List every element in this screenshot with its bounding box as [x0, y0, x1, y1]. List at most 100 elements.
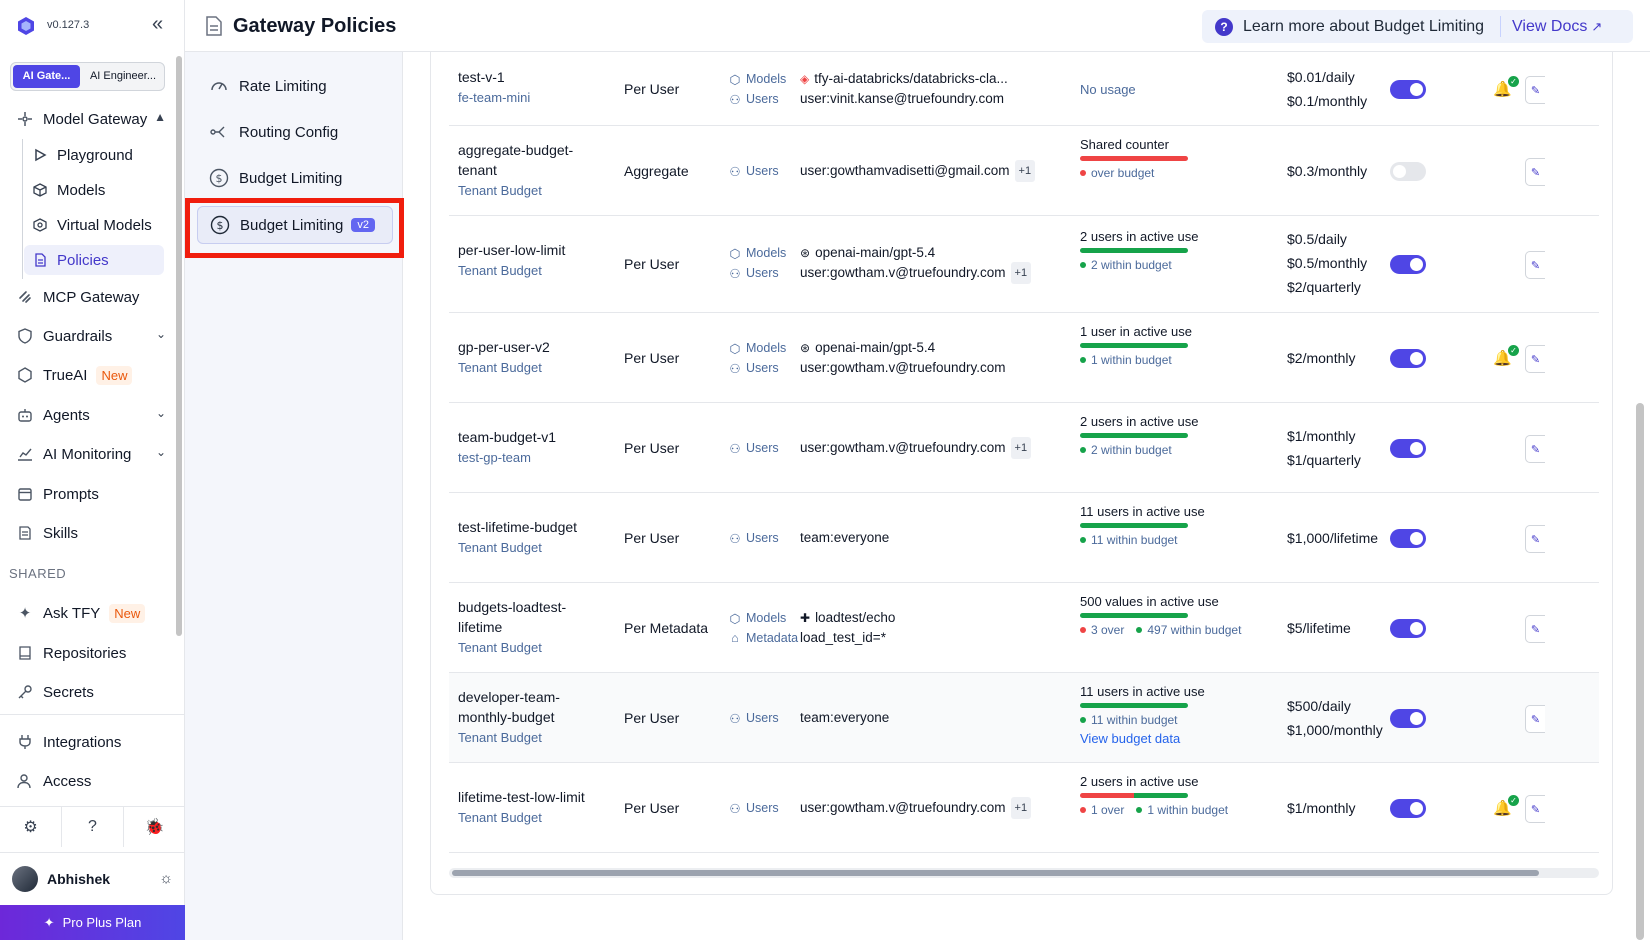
label-text: Users: [746, 164, 779, 178]
sidebar-scrollbar[interactable]: [176, 56, 182, 636]
pencil-icon: ✎: [1530, 443, 1541, 456]
tab-ai-gateway[interactable]: AI Gate...: [13, 65, 80, 88]
learn-more-text: Learn more about Budget Limiting: [1243, 17, 1485, 35]
table-row[interactable]: budgets-loadtest-lifetime Tenant Budget …: [449, 583, 1599, 673]
table-row[interactable]: lifetime-test-low-limit Tenant Budget Pe…: [449, 763, 1599, 853]
more-count-badge[interactable]: +1: [1010, 797, 1032, 819]
table-row[interactable]: team-budget-v1 test-gp-team Per User ⚇ Us…: [449, 403, 1599, 493]
table-row[interactable]: developer-team-monthly-budget Tenant Bud…: [449, 673, 1599, 763]
tab-ai-engineer[interactable]: AI Engineer...: [82, 65, 164, 88]
policy-name[interactable]: test-lifetime-budget: [458, 517, 577, 537]
nav-models[interactable]: Models: [24, 175, 164, 205]
legend-text: 3 over: [1091, 623, 1125, 637]
nav-prompts[interactable]: Prompts: [16, 479, 166, 509]
value-text: user:gowthamvadisetti@gmail.com: [800, 163, 1010, 178]
policy-enabled-toggle[interactable]: [1390, 162, 1426, 181]
policy-enabled-toggle[interactable]: [1390, 439, 1426, 458]
openai-icon: ⊛: [800, 246, 811, 260]
policy-enabled-toggle[interactable]: [1390, 255, 1426, 274]
collapse-sidebar-icon[interactable]: «: [152, 14, 163, 34]
nav-mcp-gateway[interactable]: MCP Gateway: [16, 282, 166, 312]
subnav-label: Routing Config: [239, 123, 339, 141]
theme-toggle-sun-icon[interactable]: ☼: [159, 870, 173, 887]
nav-playground[interactable]: Playground: [24, 140, 164, 170]
policy-name[interactable]: lifetime-test-low-limit: [458, 787, 585, 807]
policy-name[interactable]: aggregate-budget-tenant: [458, 140, 598, 180]
more-count-badge[interactable]: +1: [1014, 160, 1036, 182]
bug-report-icon[interactable]: 🐞: [124, 807, 185, 847]
subnav-rate-limiting[interactable]: Rate Limiting: [197, 67, 393, 105]
external-link-icon[interactable]: ↗: [1591, 19, 1602, 35]
divider: [0, 714, 185, 715]
help-icon[interactable]: ?: [62, 807, 124, 847]
model-gateway-icon: [16, 110, 34, 128]
nav-virtual-models[interactable]: Virtual Models: [24, 210, 164, 240]
scrollbar-thumb[interactable]: [452, 870, 1539, 876]
alert-bell-icon[interactable]: 🔔 ✓: [1493, 345, 1519, 369]
table-row[interactable]: test-v-1 fe-team-mini Per User ⬡ Models ⚇…: [449, 52, 1599, 126]
key-icon: [16, 683, 34, 701]
alert-bell-icon[interactable]: 🔔 ✓: [1493, 795, 1519, 819]
nav-integrations[interactable]: Integrations: [16, 727, 166, 757]
policy-name[interactable]: budgets-loadtest-lifetime: [458, 597, 598, 637]
table-row[interactable]: gp-per-user-v2 Tenant Budget Per User ⬡ M…: [449, 313, 1599, 403]
user-profile[interactable]: Abhishek ☼: [12, 864, 177, 894]
dollar-circle-icon: $: [209, 168, 229, 188]
nav-agents[interactable]: Agents ⌄: [16, 400, 166, 430]
policy-name[interactable]: gp-per-user-v2: [458, 337, 550, 357]
pencil-icon: ✎: [1530, 713, 1541, 726]
nav-trueai[interactable]: TrueAI New: [16, 360, 166, 390]
red-dot-icon: [1080, 170, 1086, 176]
subnav-routing-config[interactable]: Routing Config: [197, 113, 393, 151]
nav-skills[interactable]: Skills: [16, 518, 166, 548]
alert-bell-icon[interactable]: 🔔 ✓: [1493, 76, 1519, 100]
nav-repositories[interactable]: Repositories: [16, 638, 166, 668]
nav-ask-tfy[interactable]: ✦ Ask TFY New: [16, 598, 166, 628]
green-dot-icon: [1080, 717, 1086, 723]
nav-ai-monitoring[interactable]: AI Monitoring ⌄: [16, 439, 166, 469]
policy-name[interactable]: team-budget-v1: [458, 427, 556, 447]
settings-gear-icon[interactable]: ⚙: [0, 807, 62, 847]
more-count-badge[interactable]: +1: [1010, 437, 1032, 459]
edit-button[interactable]: ✎: [1525, 158, 1545, 186]
policy-name[interactable]: test-v-1: [458, 67, 530, 87]
truefoundry-logo-icon[interactable]: [16, 16, 36, 36]
nav-model-gateway[interactable]: Model Gateway ▲: [16, 104, 166, 134]
nav-secrets[interactable]: Secrets: [16, 677, 166, 707]
policy-name[interactable]: developer-team-monthly-budget: [458, 687, 598, 727]
pencil-icon: ✎: [1530, 259, 1541, 272]
policy-type: Per User: [624, 81, 680, 97]
limit-value: $1/monthly: [1287, 428, 1356, 444]
policy-enabled-toggle[interactable]: [1390, 619, 1426, 638]
edit-button[interactable]: ✎: [1525, 345, 1545, 373]
edit-button[interactable]: ✎: [1525, 525, 1545, 553]
edit-button[interactable]: ✎: [1525, 251, 1545, 279]
edit-button[interactable]: ✎: [1525, 795, 1545, 823]
table-row[interactable]: test-lifetime-budget Tenant Budget Per U…: [449, 493, 1599, 583]
more-count-badge[interactable]: +1: [1010, 262, 1032, 284]
policy-scope: Tenant Budget: [458, 263, 542, 278]
edit-button[interactable]: ✎: [1525, 615, 1545, 643]
nav-access[interactable]: Access: [16, 766, 166, 796]
usage-legend: 3 over 497 within budget: [1080, 623, 1241, 637]
table-row[interactable]: per-user-low-limit Tenant Budget Per Use…: [449, 216, 1599, 313]
policy-enabled-toggle[interactable]: [1390, 709, 1426, 728]
user-value: user:gowtham.v@truefoundry.com +1: [800, 437, 1032, 459]
subnav-budget-limiting[interactable]: $ Budget Limiting: [197, 159, 393, 197]
view-docs-link[interactable]: View Docs: [1512, 18, 1587, 36]
policy-name[interactable]: per-user-low-limit: [458, 240, 565, 260]
policy-enabled-toggle[interactable]: [1390, 529, 1426, 548]
edit-button[interactable]: ✎: [1525, 76, 1545, 104]
view-budget-data-link[interactable]: View budget data: [1080, 731, 1205, 746]
policy-enabled-toggle[interactable]: [1390, 799, 1426, 818]
page-vertical-scrollbar[interactable]: [1636, 403, 1644, 940]
edit-button[interactable]: ✎: [1525, 705, 1545, 733]
nav-guardrails[interactable]: Guardrails ⌄: [16, 321, 166, 351]
policy-enabled-toggle[interactable]: [1390, 349, 1426, 368]
table-horizontal-scrollbar[interactable]: [449, 868, 1599, 878]
nav-policies[interactable]: Policies: [24, 245, 164, 275]
edit-button[interactable]: ✎: [1525, 435, 1545, 463]
table-row[interactable]: aggregate-budget-tenant Tenant Budget Ag…: [449, 126, 1599, 216]
pro-plus-plan-banner[interactable]: ✦ Pro Plus Plan: [0, 905, 185, 940]
policy-enabled-toggle[interactable]: [1390, 80, 1426, 99]
